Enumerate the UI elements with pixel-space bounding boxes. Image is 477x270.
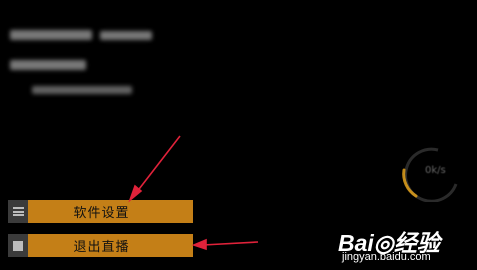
baidu-jingyan-watermark: Bai◎经验 jingyan.baidu.com <box>338 224 470 268</box>
arrow-to-exit <box>191 238 259 251</box>
arrow-to-settings <box>128 135 181 203</box>
blurred-text-line <box>100 31 152 40</box>
upload-speed-text: 0k/s <box>425 165 446 176</box>
watermark-url-text: jingyan.baidu.com <box>342 251 431 263</box>
exit-live-button[interactable]: 退出直播 <box>8 234 193 257</box>
stop-icon <box>8 234 28 257</box>
software-settings-label: 软件设置 <box>73 206 130 221</box>
software-settings-button[interactable]: 软件设置 <box>8 200 193 223</box>
blurred-text-line <box>10 30 92 40</box>
blurred-text-line <box>10 60 86 70</box>
live-stream-screen: 软件设置 退出直播 0k/s Bai◎经验 jingyan.baidu.com <box>0 0 477 270</box>
blurred-text-line <box>32 86 132 94</box>
menu-icon <box>8 200 28 223</box>
exit-live-label: 退出直播 <box>73 240 130 255</box>
